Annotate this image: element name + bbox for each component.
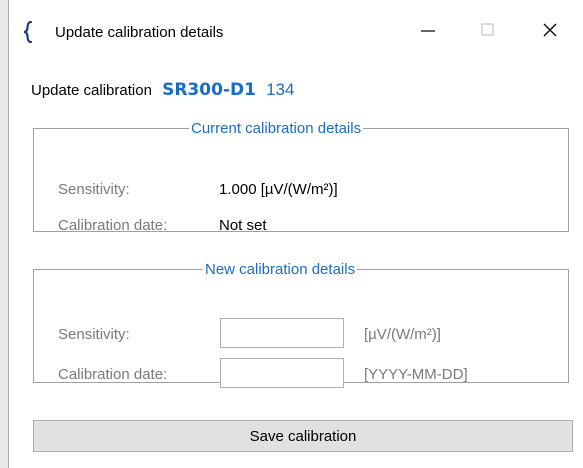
- new-date-label: Calibration date:: [58, 366, 168, 383]
- brace-icon: [23, 20, 35, 44]
- new-calibration-group: New calibration details Sensitivity: [µV…: [33, 261, 569, 388]
- save-calibration-label: Save calibration: [249, 427, 357, 445]
- current-date-label: Calibration date:: [58, 217, 168, 234]
- save-calibration-button[interactable]: Save calibration: [33, 420, 573, 452]
- sensitivity-input[interactable]: [220, 318, 344, 348]
- date-format-hint: [YYYY-MM-DD]: [364, 366, 468, 383]
- new-calibration-legend: New calibration details: [205, 261, 356, 278]
- dialog-window: Update calibration details Update calibr…: [8, 0, 583, 468]
- close-button[interactable]: [527, 14, 573, 50]
- maximize-button[interactable]: [465, 14, 511, 50]
- current-calibration-group: Current calibration details Sensitivity:…: [33, 120, 569, 234]
- current-sensitivity-value: 1.000 [µV/(W/m²)]: [219, 181, 338, 198]
- current-calibration-legend: Current calibration details: [191, 120, 362, 137]
- minimize-button[interactable]: [405, 14, 451, 50]
- sensitivity-unit-hint: [µV/(W/m²)]: [364, 326, 441, 343]
- calibration-date-input[interactable]: [220, 358, 344, 388]
- current-sensitivity-label: Sensitivity:: [58, 181, 130, 198]
- calibration-heading: Update calibration SR300-D1 134: [31, 80, 294, 100]
- current-date-value: Not set: [219, 217, 267, 234]
- heading-prefix: Update calibration: [31, 82, 152, 99]
- window-title: Update calibration details: [55, 24, 224, 41]
- sensor-model: SR300-D1: [162, 80, 256, 100]
- sensor-serial: 134: [266, 80, 295, 99]
- new-sensitivity-label: Sensitivity:: [58, 326, 130, 343]
- close-icon: [543, 23, 557, 42]
- maximize-icon: [481, 23, 495, 42]
- minimize-icon: [421, 23, 435, 42]
- title-bar[interactable]: Update calibration details: [9, 0, 583, 64]
